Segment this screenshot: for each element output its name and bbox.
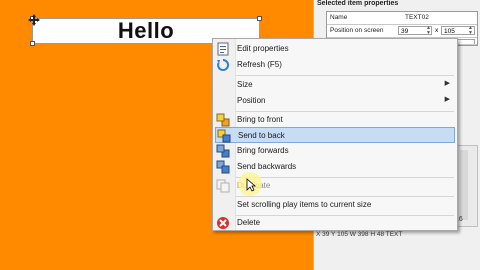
menu-item-label: Delete xyxy=(237,218,261,227)
menu-item-edit-properties[interactable]: Edit properties xyxy=(215,41,455,57)
panel-scrollbar[interactable] xyxy=(460,150,468,220)
resize-handle-bottom-left[interactable] xyxy=(30,41,35,46)
menu-item-label: Position xyxy=(237,96,266,105)
property-row-position: Position on screen 39 ▲ ▼ x 105 ▲ ▼ xyxy=(327,25,477,38)
refresh-icon xyxy=(216,58,230,72)
position-x-spinner[interactable]: ▲ ▼ xyxy=(425,26,432,36)
menu-item-label: Edit properties xyxy=(237,44,289,53)
property-row-name: Name TEXT02 xyxy=(327,12,477,25)
resize-handle-top-right[interactable] xyxy=(257,16,262,21)
menu-item-delete[interactable]: Delete xyxy=(215,215,455,231)
position-separator: x xyxy=(435,27,439,34)
property-value-name[interactable]: TEXT02 xyxy=(405,14,429,21)
menu-item-label: Refresh (F5) xyxy=(237,60,282,69)
properties-panel-title: Selected item properties xyxy=(317,0,399,7)
send-backwards-icon xyxy=(216,160,230,174)
submenu-arrow-icon: ▶ xyxy=(444,80,450,87)
menu-item-bring-to-front[interactable]: Bring to front xyxy=(215,112,455,128)
menu-item-bring-forwards[interactable]: Bring forwards xyxy=(215,143,455,159)
menu-item-label: Send to back xyxy=(238,131,285,140)
bring-forwards-icon xyxy=(216,144,230,158)
menu-item-label: Bring forwards xyxy=(237,146,289,155)
mouse-cursor-icon xyxy=(246,178,257,192)
menu-item-set-scrolling-play-items[interactable]: Set scrolling play items to current size xyxy=(215,197,455,213)
property-key: Position on screen xyxy=(330,27,384,34)
position-y-spinner[interactable]: ▲ ▼ xyxy=(467,26,474,36)
status-line: X 39 Y 105 W 398 H 48 TEXT xyxy=(316,231,403,238)
menu-item-label: Bring to front xyxy=(237,115,283,124)
duplicate-icon xyxy=(216,179,230,193)
edit-properties-icon xyxy=(216,42,230,56)
menu-item-position[interactable]: Position ▶ xyxy=(215,93,455,109)
bring-to-front-icon xyxy=(216,113,230,127)
menu-item-label: Send backwards xyxy=(237,162,297,171)
menu-separator xyxy=(236,75,454,76)
menu-item-send-to-back[interactable]: Send to back xyxy=(215,127,455,143)
property-key: Name xyxy=(330,14,348,21)
menu-item-label: Set scrolling play items to current size xyxy=(237,200,372,209)
context-menu: Edit properties Refresh (F5) Size ▶ Posi… xyxy=(212,38,458,231)
submenu-arrow-icon: ▶ xyxy=(444,96,450,103)
delete-icon xyxy=(216,216,230,230)
menu-item-label: Size xyxy=(237,80,253,89)
send-to-back-icon xyxy=(217,129,231,143)
menu-item-size[interactable]: Size ▶ xyxy=(215,77,455,93)
menu-item-refresh[interactable]: Refresh (F5) xyxy=(215,57,455,73)
move-handle-icon[interactable] xyxy=(28,14,40,26)
